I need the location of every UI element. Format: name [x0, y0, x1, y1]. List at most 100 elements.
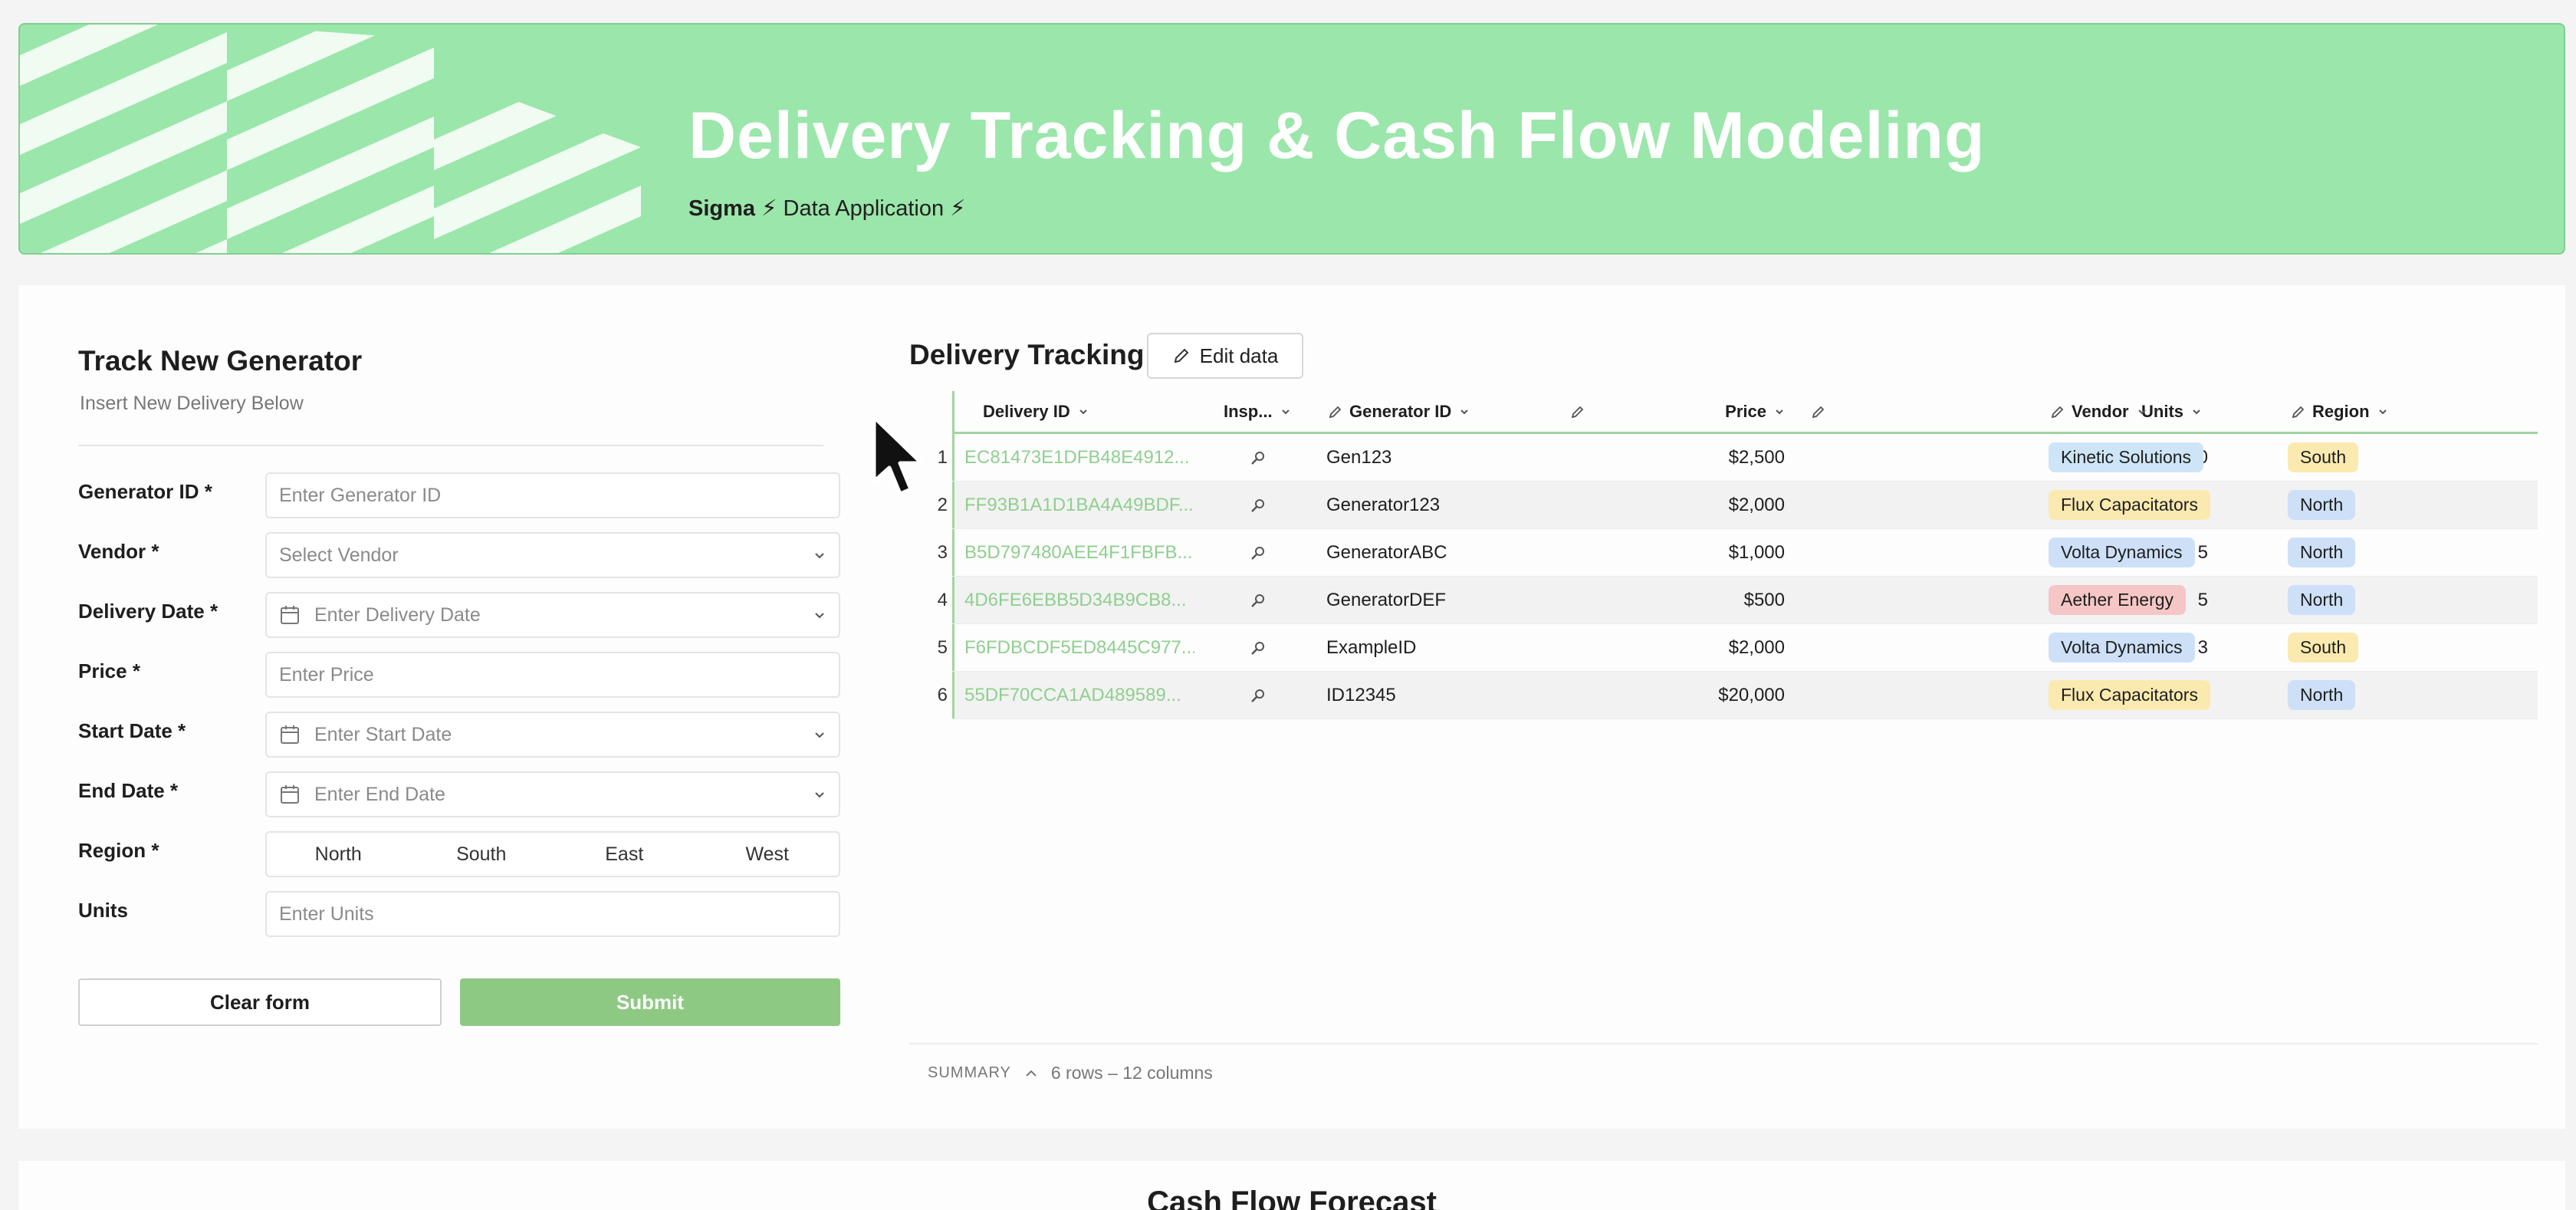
- region-cell[interactable]: North: [2288, 529, 2356, 576]
- price-input[interactable]: Enter Price: [265, 652, 840, 698]
- delivery-table: Delivery ID Insp... Generator ID Price U…: [938, 391, 2538, 719]
- inspect-cell[interactable]: [1250, 577, 1267, 623]
- delivery-id-cell[interactable]: F6FDBCDF5ED8445C977...: [964, 624, 1194, 671]
- column-header-region[interactable]: Region: [2291, 391, 2388, 432]
- chevron-down-icon: [815, 553, 824, 559]
- magnifier-icon: [1251, 689, 1264, 702]
- column-header-units-label: Units: [2141, 401, 2183, 421]
- region-cell[interactable]: South: [2288, 434, 2359, 481]
- chevron-down-icon: [2378, 409, 2387, 414]
- table-row[interactable]: 5 F6FDBCDF5ED8445C977... ExampleID $2,000 3 V…: [938, 624, 2538, 672]
- delivery-date-label: Delivery Date *: [78, 600, 219, 623]
- summary-label: SUMMARY: [928, 1064, 1011, 1081]
- delivery-id-cell[interactable]: 4D6FE6EBB5D34B9CB8...: [964, 577, 1194, 623]
- price-cell[interactable]: $2,500: [1566, 434, 1785, 481]
- vendor-cell[interactable]: Volta Dynamics: [2049, 529, 2195, 576]
- region-cell[interactable]: North: [2288, 482, 2356, 528]
- table-row[interactable]: 2 FF93B1A1D1BA4A49BDF... Generator123 $2,00…: [938, 482, 2538, 529]
- pencil-icon: [2292, 406, 2305, 418]
- chevron-down-icon: [815, 792, 824, 798]
- region-option-south[interactable]: South: [410, 833, 554, 876]
- inspect-cell[interactable]: [1250, 529, 1267, 576]
- column-header-price-edit[interactable]: [1570, 391, 1592, 432]
- region-label: Region *: [78, 839, 159, 862]
- region-tag: South: [2288, 633, 2359, 663]
- vendor-cell[interactable]: Kinetic Solutions: [2049, 434, 2204, 481]
- region-option-west[interactable]: West: [696, 833, 840, 876]
- magnifier-icon: [1251, 593, 1264, 607]
- region-segmented-control: North South East West: [265, 831, 840, 877]
- price-cell[interactable]: $20,000: [1566, 672, 1785, 718]
- vendor-cell[interactable]: Flux Capacitators: [2049, 482, 2210, 528]
- inspect-cell[interactable]: [1250, 434, 1267, 481]
- column-header-vendor[interactable]: Vendor: [2050, 391, 2147, 432]
- chevron-down-icon: [2193, 409, 2200, 414]
- delivery-id-cell[interactable]: EC81473E1DFB48E4912...: [964, 434, 1194, 481]
- generator-id-cell[interactable]: GeneratorDEF: [1326, 577, 1446, 623]
- region-option-north[interactable]: North: [267, 833, 410, 876]
- vendor-tag: Kinetic Solutions: [2049, 442, 2204, 472]
- column-header-region-label: Region: [2312, 401, 2370, 421]
- region-cell[interactable]: North: [2288, 672, 2356, 718]
- pencil-icon: [1571, 406, 1584, 418]
- delivery-date-placeholder: Enter Delivery Date: [314, 603, 481, 626]
- cash-flow-title: Cash Flow Forecast: [1147, 1185, 1437, 1210]
- table-left-border: [952, 624, 955, 671]
- region-option-east[interactable]: East: [553, 833, 696, 876]
- table-summary[interactable]: SUMMARY 6 rows – 12 columns: [928, 1063, 1213, 1083]
- table-row[interactable]: 655DF70CCA1AD489589...ID12345$20,0003Flu…: [938, 672, 2538, 719]
- generator-id-cell[interactable]: ID12345: [1326, 672, 1396, 718]
- column-header-inspect[interactable]: Insp...: [1224, 391, 1291, 432]
- table-row[interactable]: 3 B5D797480AEE4F1FBFB... GeneratorABC $1,00…: [938, 529, 2538, 577]
- table-left-border: [952, 672, 955, 718]
- table-body: 1EC81473E1DFB48E4912...Gen123$2,50010Kin…: [938, 434, 2538, 719]
- generator-id-input[interactable]: Enter Generator ID: [265, 472, 840, 518]
- generator-id-cell[interactable]: GeneratorABC: [1326, 529, 1447, 576]
- header-banner: Delivery Tracking & Cash Flow Modeling S…: [18, 23, 2565, 255]
- row-number: 6: [937, 684, 948, 705]
- column-header-generator-id[interactable]: Generator ID: [1328, 391, 1470, 432]
- price-cell[interactable]: $500: [1566, 577, 1785, 623]
- region-cell[interactable]: North: [2288, 577, 2356, 623]
- inspect-cell[interactable]: [1250, 482, 1267, 528]
- column-header-price[interactable]: Price: [1642, 391, 1785, 432]
- edit-data-button[interactable]: Edit data: [1147, 333, 1303, 379]
- table-header-row: Delivery ID Insp... Generator ID Price U…: [952, 391, 2538, 434]
- generator-id-cell[interactable]: Gen123: [1326, 434, 1392, 481]
- end-date-picker[interactable]: Enter End Date: [265, 771, 840, 817]
- column-header-units-edit[interactable]: [1811, 391, 1832, 432]
- vendor-cell[interactable]: Volta Dynamics: [2049, 624, 2195, 671]
- table-row[interactable]: 1EC81473E1DFB48E4912...Gen123$2,50010Kin…: [938, 434, 2538, 482]
- units-placeholder: Enter Units: [279, 903, 374, 925]
- table-title: Delivery Tracking: [909, 339, 1145, 370]
- table-left-border: [952, 391, 955, 432]
- clear-form-button[interactable]: Clear form: [78, 978, 442, 1026]
- vendor-cell[interactable]: Flux Capacitators: [2049, 672, 2210, 718]
- submit-button[interactable]: Submit: [460, 978, 840, 1026]
- column-header-price-label: Price: [1725, 401, 1766, 421]
- region-cell[interactable]: South: [2288, 624, 2359, 671]
- delivery-id-cell[interactable]: FF93B1A1D1BA4A49BDF...: [964, 482, 1194, 528]
- table-row[interactable]: 4 4D6FE6EBB5D34B9CB8... GeneratorDEF $500 5 A…: [938, 577, 2538, 624]
- delivery-date-picker[interactable]: Enter Delivery Date: [265, 592, 840, 638]
- vendor-cell[interactable]: Aether Energy: [2049, 577, 2187, 623]
- delivery-id-cell[interactable]: 55DF70CCA1AD489589...: [964, 672, 1194, 718]
- price-cell[interactable]: $2,000: [1566, 624, 1785, 671]
- units-input[interactable]: Enter Units: [265, 891, 840, 937]
- magnifier-icon: [1251, 546, 1264, 560]
- inspect-cell[interactable]: [1250, 624, 1267, 671]
- inspect-cell[interactable]: [1250, 672, 1267, 718]
- generator-id-cell[interactable]: ExampleID: [1326, 624, 1416, 671]
- start-date-picker[interactable]: Enter Start Date: [265, 712, 840, 758]
- end-date-label: End Date *: [78, 779, 179, 802]
- column-header-delivery-id[interactable]: Delivery ID: [983, 391, 1089, 432]
- region-tag: North: [2288, 538, 2356, 567]
- delivery-id-cell[interactable]: B5D797480AEE4F1FBFB...: [964, 529, 1194, 576]
- row-number: 1: [937, 446, 948, 468]
- generator-id-cell[interactable]: Generator123: [1326, 482, 1440, 528]
- vendor-tag: Aether Energy: [2049, 585, 2187, 615]
- price-placeholder: Enter Price: [279, 663, 374, 686]
- vendor-select[interactable]: Select Vendor: [265, 532, 840, 578]
- price-cell[interactable]: $2,000: [1566, 482, 1785, 528]
- price-cell[interactable]: $1,000: [1566, 529, 1785, 576]
